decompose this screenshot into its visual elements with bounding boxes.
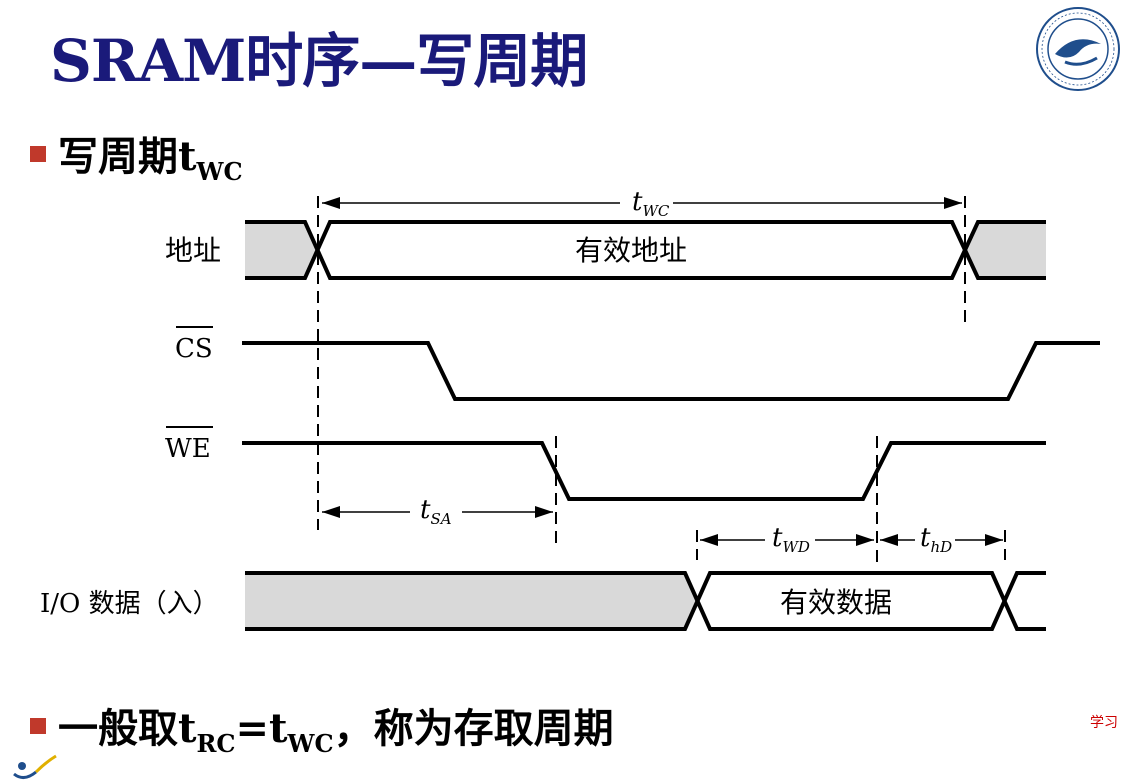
label-tsa-sub: SA [430, 510, 451, 528]
thd-arrowhead-left [880, 534, 898, 546]
twd-arrowhead-left [700, 534, 718, 546]
signal-label-address: 地址 [165, 234, 221, 267]
bus-label-valid-address: 有效地址 [575, 234, 687, 267]
signal-label-io: I/O 数据（入） [40, 589, 219, 619]
signal-label-cs: CS [175, 334, 213, 364]
label-twc-main: t [632, 187, 643, 217]
we-waveform [242, 441, 1046, 501]
label-tsa: tSA [420, 495, 452, 528]
bus-label-valid-data: 有效数据 [780, 586, 892, 619]
bullet-access-cycle-part1: 一般取t [58, 705, 197, 752]
twc-arrowhead-right [944, 197, 962, 209]
tsa-arrowhead-right [535, 506, 553, 518]
bullet-access-cycle-sub2: WC [287, 729, 334, 758]
label-tsa-main: t [420, 495, 431, 525]
bullet-marker [30, 718, 46, 734]
label-twd: tWD [772, 523, 810, 556]
label-thd-sub: hD [930, 538, 952, 556]
bullet-access-cycle-mid: =t [235, 705, 288, 752]
twc-arrowhead-left [322, 197, 340, 209]
label-thd-main: t [920, 523, 931, 553]
address-shade-right [965, 222, 1046, 278]
timing-diagram: 地址 有效地址 tWC CS WE tSA tWD thD I/O 数据（入） … [40, 187, 1100, 631]
cs-waveform [242, 341, 1100, 401]
twd-arrowhead-right [856, 534, 874, 546]
label-twd-sub: WD [782, 538, 809, 556]
corner-decoration-icon [13, 754, 57, 779]
label-twc-sub: WC [642, 202, 669, 220]
bullet-access-cycle-part2: ，称为存取周期 [333, 705, 614, 752]
signal-label-we: WE [165, 434, 211, 464]
bullet-access-cycle-sub1: RC [196, 729, 236, 758]
label-twc: tWC [632, 187, 670, 220]
side-note: 学习 [1090, 715, 1118, 731]
thd-arrowhead-right [985, 534, 1003, 546]
tsa-arrowhead-left [322, 506, 340, 518]
io-bus [245, 571, 1046, 631]
bullet-access-cycle: 一般取tRC=tWC，称为存取周期 [58, 696, 614, 758]
label-thd: thD [920, 523, 952, 556]
io-shade-left [245, 573, 697, 629]
label-twd-main: t [772, 523, 783, 553]
